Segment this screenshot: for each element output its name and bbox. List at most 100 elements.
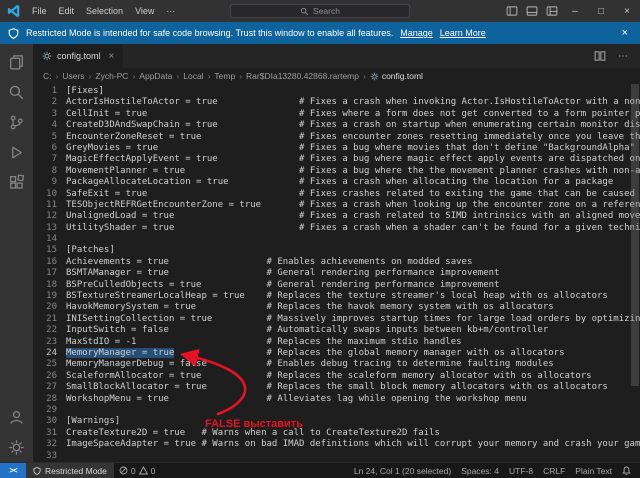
editor-line[interactable]: 32ImageSpaceAdapter = true # Warns on ba…	[33, 439, 640, 450]
line-number: 31	[33, 428, 57, 439]
editor-line[interactable]: 30[Warnings]	[33, 416, 640, 427]
search-label: Search	[313, 6, 340, 16]
editor-line[interactable]: 28WorkshopMenu = true # Alleviates lag w…	[33, 394, 640, 405]
editor-line[interactable]: 25MemoryManagerDebug = false # Enables d…	[33, 359, 640, 370]
line-text: WorkshopMenu = true # Alleviates lag whi…	[66, 394, 527, 405]
titlebar-right: – □ ×	[502, 0, 640, 22]
editor-line[interactable]: 24MemoryManager = true # Replaces the gl…	[33, 348, 640, 359]
cursor-position-status[interactable]: Ln 24, Col 1 (20 selected)	[349, 466, 456, 476]
breadcrumb-item[interactable]: C:	[43, 71, 52, 81]
menu-selection[interactable]: Selection	[80, 0, 129, 22]
line-text: [Warnings]	[66, 416, 120, 427]
line-text: Achievements = true # Enables achievemen…	[66, 257, 472, 268]
breadcrumb-item[interactable]: Temp	[214, 71, 235, 81]
manage-link[interactable]: Manage	[400, 28, 433, 38]
breadcrumb-item-file[interactable]: config.toml	[370, 71, 423, 81]
line-text: [Patches]	[66, 245, 115, 256]
editor-line[interactable]: 15[Patches]	[33, 245, 640, 256]
toml-file-icon	[370, 72, 379, 81]
close-window-button[interactable]: ×	[614, 0, 640, 22]
scrollbar-thumb[interactable]	[631, 84, 639, 386]
editor-line[interactable]: 3CellInit = true # Fixes where a form do…	[33, 109, 640, 120]
restricted-mode-status[interactable]: Restricted Mode	[26, 463, 114, 478]
editor-line[interactable]: 22InputSwitch = false # Automatically sw…	[33, 325, 640, 336]
editor-line[interactable]: 26ScaleformAllocator = true # Replaces t…	[33, 371, 640, 382]
editor-line[interactable]: 1[Fixes]	[33, 86, 640, 97]
language-mode-status[interactable]: Plain Text	[570, 466, 617, 476]
editor-line[interactable]: 23MaxStdIO = -1 # Replaces the maximum s…	[33, 337, 640, 348]
menu-file[interactable]: File	[26, 0, 53, 22]
editor-line[interactable]: 21INISettingCollection = true # Massivel…	[33, 314, 640, 325]
breadcrumb-item[interactable]: Zych-PC	[95, 71, 128, 81]
maximize-button[interactable]: □	[588, 0, 614, 22]
notifications-bell-icon[interactable]	[617, 466, 636, 475]
title-bar: FileEditSelectionView ··· Search – □ ×	[0, 0, 640, 22]
line-text: PackageAllocateLocation = true # Fixes a…	[66, 177, 613, 188]
editor-line[interactable]: 9PackageAllocateLocation = true # Fixes …	[33, 177, 640, 188]
accounts-icon[interactable]	[0, 402, 33, 432]
tab-bar: config.toml × ⋯	[33, 44, 640, 68]
indentation-status[interactable]: Spaces: 4	[456, 466, 504, 476]
editor-line[interactable]: 13UtilityShader = true # Fixes a crash w…	[33, 223, 640, 234]
search-sidebar-icon[interactable]	[0, 77, 33, 107]
editor-line[interactable]: 12UnalignedLoad = true # Fixes a crash r…	[33, 211, 640, 222]
banner-close-icon[interactable]: ×	[618, 27, 632, 39]
more-actions-icon[interactable]: ⋯	[618, 51, 628, 62]
editor-line[interactable]: 31CreateTexture2D = true # Warns when a …	[33, 428, 640, 439]
editor-line[interactable]: 18BSPreCulledObjects = true # General re…	[33, 280, 640, 291]
breadcrumb-item[interactable]: Local	[183, 71, 203, 81]
menu-view[interactable]: View	[129, 0, 160, 22]
editor-line[interactable]: 6GreyMovies = true # Fixes a bug where m…	[33, 143, 640, 154]
run-debug-icon[interactable]	[0, 137, 33, 167]
editor-line[interactable]: 5EncounterZoneReset = true # Fixes encou…	[33, 132, 640, 143]
editor-line[interactable]: 2ActorIsHostileToActor = true # Fixes a …	[33, 97, 640, 108]
customize-layout-icon[interactable]	[542, 0, 562, 22]
editor-line[interactable]: 19BSTextureStreamerLocalHeap = true # Re…	[33, 291, 640, 302]
settings-gear-icon[interactable]	[0, 432, 33, 462]
editor-line[interactable]: 27SmallBlockAllocator = true # Replaces …	[33, 382, 640, 393]
code-editor[interactable]: 1[Fixes]2ActorIsHostileToActor = true # …	[33, 84, 640, 462]
line-number: 21	[33, 314, 57, 325]
breadcrumb-item[interactable]: AppData	[139, 71, 172, 81]
toggle-panel-icon[interactable]	[522, 0, 542, 22]
split-editor-icon[interactable]	[594, 50, 606, 62]
toggle-sidebar-icon[interactable]	[502, 0, 522, 22]
breadcrumb-item[interactable]: Rar$DIa13280.42868.rartemp	[246, 71, 359, 81]
extensions-icon[interactable]	[0, 167, 33, 197]
editor-line[interactable]: 7MagicEffectApplyEvent = true # Fixes a …	[33, 154, 640, 165]
editor-line[interactable]: 10SafeExit = true # Fixes crashes relate…	[33, 189, 640, 200]
line-number: 29	[33, 405, 57, 416]
command-center-search[interactable]: Search	[230, 4, 410, 18]
line-number: 11	[33, 200, 57, 211]
editor-line[interactable]: 14	[33, 234, 640, 245]
line-text: ActorIsHostileToActor = true # Fixes a c…	[66, 97, 640, 108]
editor-line[interactable]: 17BSMTAManager = true # General renderin…	[33, 268, 640, 279]
line-number: 27	[33, 382, 57, 393]
encoding-status[interactable]: UTF-8	[504, 466, 538, 476]
editor-line[interactable]: 29	[33, 405, 640, 416]
editor-line[interactable]: 8MovementPlanner = true # Fixes a bug wh…	[33, 166, 640, 177]
explorer-icon[interactable]	[0, 47, 33, 77]
vertical-scrollbar[interactable]	[630, 84, 640, 462]
remote-indicator[interactable]: ><	[0, 463, 26, 478]
problems-status[interactable]: 0 0	[114, 466, 160, 476]
editor-line[interactable]: 33	[33, 451, 640, 462]
vscode-logo-icon	[7, 4, 21, 18]
line-text: BSMTAManager = true # General rendering …	[66, 268, 499, 279]
breadcrumb-item[interactable]: Users	[62, 71, 84, 81]
menu-overflow[interactable]: ···	[160, 0, 181, 22]
eol-status[interactable]: CRLF	[538, 466, 570, 476]
minimize-button[interactable]: –	[562, 0, 588, 22]
line-number: 14	[33, 234, 57, 245]
editor-line[interactable]: 16Achievements = true # Enables achievem…	[33, 257, 640, 268]
source-control-icon[interactable]	[0, 107, 33, 137]
menu-edit[interactable]: Edit	[53, 0, 81, 22]
error-count: 0	[131, 466, 136, 476]
line-number: 26	[33, 371, 57, 382]
editor-line[interactable]: 11TESObjectREFRGetEncounterZone = true #…	[33, 200, 640, 211]
editor-line[interactable]: 4CreateD3DAndSwapChain = true # Fixes a …	[33, 120, 640, 131]
tab-close-icon[interactable]: ×	[109, 51, 115, 62]
learn-more-link[interactable]: Learn More	[440, 28, 486, 38]
editor-line[interactable]: 20HavokMemorySystem = true # Replaces th…	[33, 302, 640, 313]
tab-config-toml[interactable]: config.toml ×	[33, 44, 123, 68]
